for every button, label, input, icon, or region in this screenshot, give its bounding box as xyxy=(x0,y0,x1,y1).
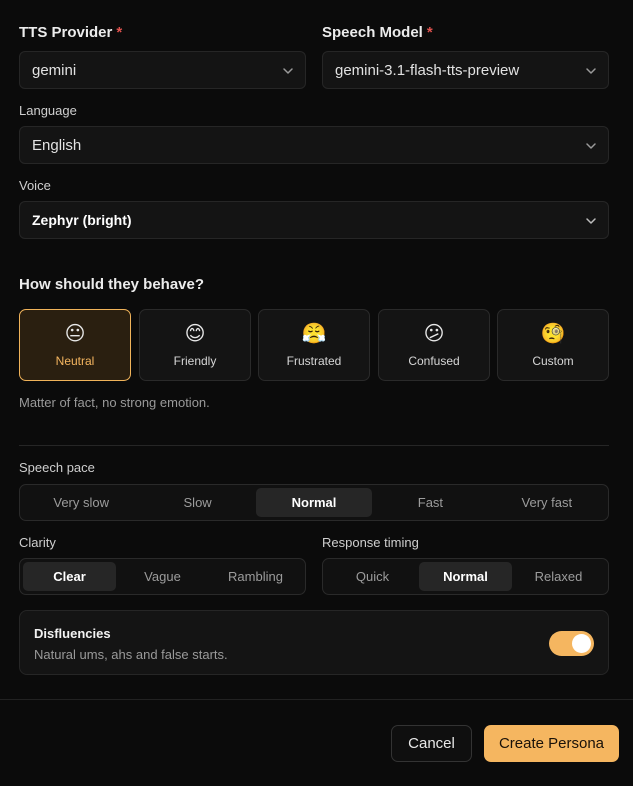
smiling-face-icon: 😊 xyxy=(184,321,206,345)
speech-pace-label: Speech pace xyxy=(19,460,95,475)
mood-label: Confused xyxy=(408,354,460,368)
clarity-clear[interactable]: Clear xyxy=(23,562,116,591)
mood-label: Friendly xyxy=(173,354,217,368)
mood-label: Custom xyxy=(532,354,574,368)
clarity-label: Clarity xyxy=(19,535,56,550)
tts-provider-label: TTS Provider * xyxy=(19,24,122,41)
speech-pace-control: Very slow Slow Normal Fast Very fast xyxy=(19,484,609,521)
required-mark: * xyxy=(426,24,433,41)
footer-divider xyxy=(0,699,633,700)
disfluencies-title: Disfluencies xyxy=(34,626,111,641)
disfluencies-toggle[interactable] xyxy=(549,631,594,656)
monocle-face-icon: 🧐 xyxy=(540,321,566,345)
speech-pace-normal[interactable]: Normal xyxy=(255,488,373,517)
create-persona-button[interactable]: Create Persona xyxy=(484,725,619,762)
speech-model-label-text: Speech Model xyxy=(322,24,423,41)
steaming-face-icon: 😤 xyxy=(301,321,327,345)
speech-model-label: Speech Model * xyxy=(322,24,433,41)
mood-description: Matter of fact, no strong emotion. xyxy=(19,395,210,410)
speech-pace-fast[interactable]: Fast xyxy=(372,488,488,517)
mood-label: Frustrated xyxy=(286,354,342,368)
chevron-down-icon xyxy=(586,218,596,224)
voice-label: Voice xyxy=(19,178,51,193)
language-label: Language xyxy=(19,103,77,118)
neutral-face-icon: 😐 xyxy=(64,321,86,345)
clarity-rambling[interactable]: Rambling xyxy=(209,562,302,591)
mood-option-custom[interactable]: 🧐 Custom xyxy=(497,309,609,381)
speech-pace-very-slow[interactable]: Very slow xyxy=(23,488,139,517)
mood-option-neutral[interactable]: 😐 Neutral xyxy=(19,309,131,381)
speech-model-value: gemini-3.1-flash-tts-preview xyxy=(335,61,520,79)
disfluencies-card: Disfluencies Natural ums, ahs and false … xyxy=(19,610,609,675)
mood-option-frustrated[interactable]: 😤 Frustrated xyxy=(258,309,370,381)
language-select[interactable]: English xyxy=(19,126,609,164)
toggle-knob xyxy=(572,634,591,653)
mood-option-friendly[interactable]: 😊 Friendly xyxy=(139,309,251,381)
chevron-down-icon xyxy=(586,143,596,149)
disfluencies-subtitle: Natural ums, ahs and false starts. xyxy=(34,647,228,662)
tts-provider-label-text: TTS Provider xyxy=(19,24,113,41)
chevron-down-icon xyxy=(283,68,293,74)
voice-select[interactable]: Zephyr (bright) xyxy=(19,201,609,239)
response-timing-label: Response timing xyxy=(322,535,419,550)
voice-value: Zephyr (bright) xyxy=(32,212,132,228)
section-divider xyxy=(19,445,609,446)
speech-pace-slow[interactable]: Slow xyxy=(139,488,255,517)
mood-option-confused[interactable]: 😕 Confused xyxy=(378,309,490,381)
tts-provider-value: gemini xyxy=(32,61,77,79)
confused-face-icon: 😕 xyxy=(423,321,445,345)
speech-model-select[interactable]: gemini-3.1-flash-tts-preview xyxy=(322,51,609,89)
language-value: English xyxy=(32,136,82,154)
clarity-vague[interactable]: Vague xyxy=(116,562,209,591)
tts-provider-select[interactable]: gemini xyxy=(19,51,306,89)
response-timing-quick[interactable]: Quick xyxy=(326,562,419,591)
mood-label: Neutral xyxy=(55,354,95,368)
response-timing-control: Quick Normal Relaxed xyxy=(322,558,609,595)
required-mark: * xyxy=(116,24,123,41)
behavior-section-title: How should they behave? xyxy=(19,276,205,293)
clarity-control: Clear Vague Rambling xyxy=(19,558,306,595)
response-timing-normal[interactable]: Normal xyxy=(419,562,512,591)
persona-form: TTS Provider * gemini Speech Model * gemin… xyxy=(0,0,633,699)
speech-pace-very-fast[interactable]: Very fast xyxy=(489,488,605,517)
chevron-down-icon xyxy=(586,68,596,74)
cancel-button[interactable]: Cancel xyxy=(391,725,472,762)
response-timing-relaxed[interactable]: Relaxed xyxy=(512,562,605,591)
